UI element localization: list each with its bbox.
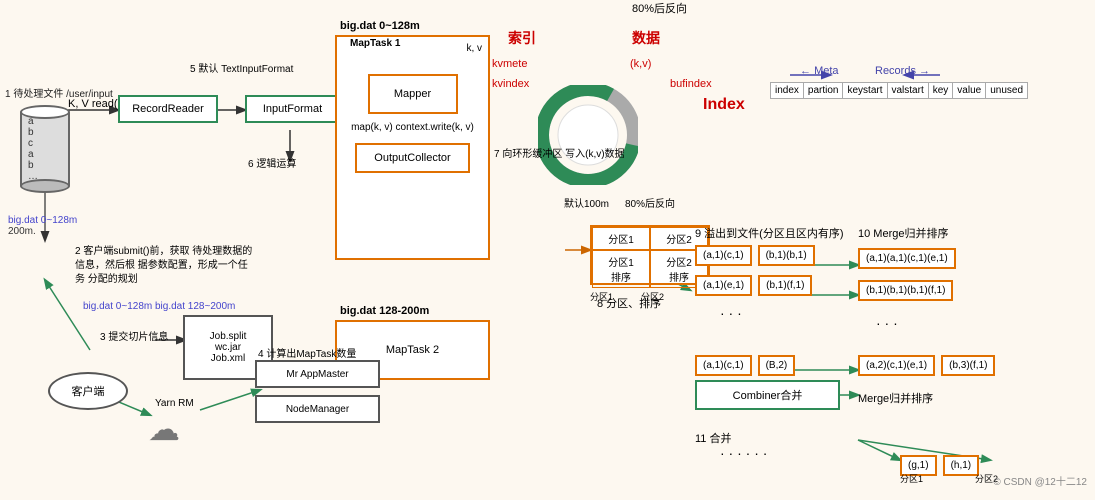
combiner-result-row: (a,2)(c,1)(e,1) (b,3)(f,1) [858,355,995,376]
dots3: · · · [876,315,898,331]
client-oval: 客户端 [48,372,128,410]
merge-row1: (a,1)(a,1)(c,1)(e,1) [858,248,956,269]
spillout-cell-2a: (a,1)(e,1) [695,275,752,296]
data-title: 数据 [632,28,660,48]
bigdat-label: big.dat 0~128m [340,20,420,32]
node-manager-box: NodeManager [255,395,380,423]
comb-result-1: (a,2)(c,1)(e,1) [858,355,935,376]
yarn-rm-label: Yarn RM [155,398,194,409]
diagram: a b c a b … 1 待处理文件 /user/input big.dat … [0,0,1095,490]
maptask2-label: MapTask 2 [386,344,439,356]
merge-cell-2: (b,1)(b,1)(b,1)(f,1) [858,280,953,301]
file-size: 200m. [8,226,77,237]
sort-partition-box: 分区1 分区2 分区1 排序 分区2 排序 [590,225,710,285]
dots1: · · · [720,305,742,321]
step7-label: 7 向环形缓冲区 写入(k,v)数据 [494,148,625,162]
part1-label: 分区1 [590,290,613,303]
app-master-label: Mr AppMaster [286,369,348,380]
job-split-line3: Job.xml [211,353,245,364]
app-master-box: Mr AppMaster [255,360,380,388]
part-labels: 分区1 分区2 [590,290,664,303]
kvindex-label: kvindex [492,78,529,90]
index-main-label: Index [703,96,745,114]
node-manager-label: NodeManager [286,404,349,415]
file-content-b: b [28,127,62,138]
circular-buffer-svg [538,85,638,185]
spillout-row1: (a,1)(c,1) (b,1)(b,1) [695,245,815,266]
step11-label: 11 合并 [695,430,731,446]
partition1sort-cell: 分区1 排序 [592,250,650,288]
client-label: 客户端 [72,383,105,399]
value-col: value [953,83,986,99]
percent80-label2: 80%后反向 [625,195,675,210]
records-text: Records [875,65,916,77]
dots2: · · · · · · [720,445,767,461]
comb-result-2: (b,3)(f,1) [941,355,995,376]
file-cylinder: a b c a b … [20,105,70,193]
step2-files: big.dat 0~128m big.dat 128~200m [83,300,235,314]
partion-col: partion [803,83,843,99]
spillout-cell-1a: (a,1)(c,1) [695,245,752,266]
cloud-icon: ☁ [148,410,180,448]
job-split-line1: Job.split [210,331,247,342]
file-content-ab: a [28,149,62,160]
kv-label: K, V read() [68,98,121,110]
input-format-label: InputFormat [263,103,322,115]
partition1-cell: 分区1 [592,227,650,250]
meta-label: ← Meta [800,65,839,77]
file-list: big.dat 0~128m 200m. [8,215,77,237]
record-reader-label: RecordReader [132,103,204,115]
output-collector-box: OutputCollector [355,143,470,173]
step3-label: 3 提交切片信息 [100,328,168,343]
mapper-label: Mapper [394,88,431,100]
maptask1-label: MapTask 1 [350,38,400,49]
final-cell-2: (h,1) [943,455,980,476]
combiner-label: Combiner合并 [733,387,803,403]
mapper-box: Mapper [368,74,458,114]
step9-label: 9 溢出到文件(分区且区内有序) [695,225,844,241]
step2-label: 2 客户端submit()前，获取 待处理数据的信息，然后根 据参数配置，形成一… [75,245,255,287]
default100m-label: 默认100m [564,195,609,210]
merge-sort-label: Merge归并排序 [858,390,933,406]
final-part1: 分区1 [900,472,923,485]
step5-label: 5 默认 TextInputFormat [190,60,293,75]
records-label: Records → [875,65,930,77]
input-format-box: InputFormat [245,95,340,123]
output-collector-label: OutputCollector [374,152,450,164]
job-split-line2: wc.jar [215,342,241,353]
bufindex-label: bufindex [670,78,712,90]
map-output-label: map(k, v) context.write(k, v) [351,122,474,133]
part2-label: 分区2 [641,290,664,303]
bigdat2-label: big.dat 128-200m [340,305,429,317]
percent80-label: 80%后反向 [632,0,687,16]
footer: © CSDN @12十二12 [993,473,1087,488]
keystart-col: keystart [843,83,887,99]
key-col: key [928,83,953,99]
combiner-box: Combiner合并 [695,380,840,410]
record-reader-box: RecordReader [118,95,218,123]
meta-text: Meta [814,65,838,77]
spillout-cell-2b: (b,1)(f,1) [758,275,812,296]
step10-label: 10 Merge归并排序 [858,225,948,241]
merge-row2: (b,1)(b,1)(b,1)(f,1) [858,280,953,301]
combiner-input-row: (a,1)(c,1) (B,2) [695,355,795,376]
merge-cell-1: (a,1)(a,1)(c,1)(e,1) [858,248,956,269]
kv-data-label: (k,v) [630,58,651,70]
spillout-cell-1b: (b,1)(b,1) [758,245,815,266]
file-content-c: c [28,138,62,149]
step4-label: 4 计算出MapTask数量 [258,345,356,360]
spillout-row2: (a,1)(e,1) (b,1)(f,1) [695,275,812,296]
index-title: 索引 [508,28,536,48]
step6-label: 6 逻辑运算 [248,155,296,170]
comb-cell-2: (B,2) [758,355,796,376]
unused-col: unused [986,83,1028,99]
comb-cell-1: (a,1)(c,1) [695,355,752,376]
header-table: index partion keystart valstart key valu… [770,82,1028,99]
file-content-b2: b [28,160,62,171]
valstart-col: valstart [887,83,928,99]
kv-output: k, v [466,43,482,54]
index-col: index [771,83,804,99]
kvmete-label: kvmete [492,58,527,70]
maptask1-box: k, v Mapper map(k, v) context.write(k, v… [335,35,490,260]
